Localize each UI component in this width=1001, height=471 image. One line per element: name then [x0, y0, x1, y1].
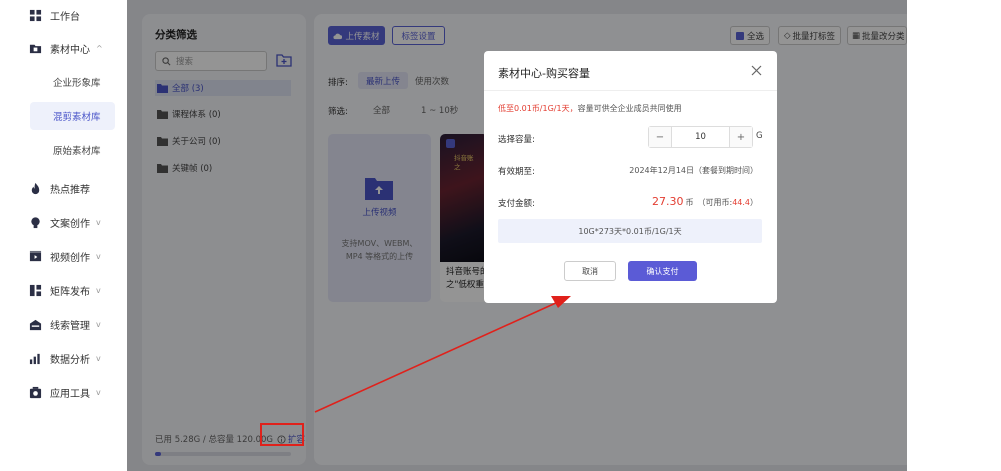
grid-icon [28, 8, 42, 22]
price-formula: 10G*273天*0.01币/1G/1天 [498, 219, 762, 243]
sidebar-item-copywriting[interactable]: 文案创作 v [28, 209, 101, 235]
sidebar-item-lead-management[interactable]: 线索管理 v [28, 311, 101, 337]
sidebar-subitem-label: 混剪素材库 [53, 112, 101, 123]
chevron-down-icon: v [96, 387, 101, 397]
available-prefix: （可用币: [697, 198, 733, 207]
expiry-value: 2024年12月14日（套餐到期时间） [629, 166, 758, 175]
video-icon [28, 249, 42, 263]
available-suffix: ） [750, 198, 758, 207]
close-icon[interactable] [751, 65, 762, 76]
chevron-down-icon: v [96, 285, 101, 295]
confirm-payment-button[interactable]: 确认支付 [628, 261, 697, 281]
folder-icon [28, 41, 42, 55]
sidebar-item-label: 应用工具 [50, 388, 90, 400]
chevron-down-icon: v [96, 353, 101, 363]
payment-amount: 27.30 币 （可用币: 44.4 ） [652, 195, 758, 208]
sidebar-subitem-label: 原始素材库 [53, 146, 101, 157]
sidebar: 工作台 素材中心 ^ 企业形象库 混剪素材库 原始素材库 热点推荐 文案创作 v… [0, 0, 127, 471]
sidebar-item-label: 工作台 [50, 11, 80, 23]
sidebar-item-video-creation[interactable]: 视频创作 v [28, 243, 101, 269]
sidebar-item-label: 数据分析 [50, 354, 90, 366]
sidebar-item-label: 视频创作 [50, 252, 90, 264]
sidebar-item-label: 文案创作 [50, 218, 90, 230]
sidebar-item-data-analysis[interactable]: 数据分析 v [28, 345, 101, 371]
chevron-down-icon: v [96, 319, 101, 329]
price-note-text: 容量可供全企业成员共同使用 [577, 104, 682, 113]
sidebar-item-label: 矩阵发布 [50, 286, 90, 298]
sidebar-item-app-tools[interactable]: 应用工具 v [28, 379, 101, 405]
fire-icon [28, 181, 42, 195]
chevron-down-icon: v [96, 217, 101, 227]
sidebar-subitem-raw-library[interactable]: 原始素材库 [30, 136, 115, 164]
sidebar-item-hot[interactable]: 热点推荐 [28, 175, 90, 201]
modal-title: 素材中心-购买容量 [498, 67, 590, 80]
sidebar-subitem-brand-library[interactable]: 企业形象库 [30, 68, 115, 96]
sidebar-subitem-label: 企业形象库 [53, 78, 101, 89]
lead-icon [28, 317, 42, 331]
chevron-up-icon: ^ [96, 43, 103, 53]
expiry-label: 有效期至: [498, 167, 535, 177]
annotation-box [260, 423, 304, 446]
matrix-icon [28, 283, 42, 297]
cancel-button[interactable]: 取消 [564, 261, 616, 281]
screen: 工作台 素材中心 ^ 企业形象库 混剪素材库 原始素材库 热点推荐 文案创作 v… [0, 0, 1001, 471]
modal-divider [484, 90, 777, 91]
sidebar-item-material-center[interactable]: 素材中心 ^ [28, 35, 103, 61]
payment-value: 27.30 [651, 195, 684, 208]
sidebar-subitem-mix-library[interactable]: 混剪素材库 [30, 102, 115, 130]
capacity-input[interactable]: 10 [671, 127, 730, 147]
increment-button[interactable]: + [730, 127, 752, 147]
sidebar-item-label: 素材中心 [50, 44, 90, 56]
purchase-capacity-modal: 素材中心-购买容量 低至0.01币/1G/1天，容量可供全企业成员共同使用 选择… [484, 51, 777, 303]
price-note: 低至0.01币/1G/1天，容量可供全企业成员共同使用 [498, 103, 682, 114]
available-value: 44.4 [732, 198, 750, 207]
decrement-button[interactable]: − [649, 127, 671, 147]
capacity-label: 选择容量: [498, 135, 535, 145]
chevron-down-icon: v [96, 251, 101, 261]
sidebar-item-label: 热点推荐 [50, 184, 90, 196]
payment-unit: 币 [685, 198, 694, 207]
bulb-icon [28, 215, 42, 229]
sidebar-item-matrix-publish[interactable]: 矩阵发布 v [28, 277, 101, 303]
chart-icon [28, 351, 42, 365]
payment-label: 支付金额: [498, 199, 535, 209]
sidebar-item-workbench[interactable]: 工作台 [28, 2, 80, 28]
blank-area [907, 0, 1001, 471]
capacity-unit: G [756, 131, 763, 141]
capacity-stepper: − 10 + [648, 126, 753, 148]
sidebar-item-label: 线索管理 [50, 320, 90, 332]
tool-icon [28, 385, 42, 399]
price-note-highlight: 低至0.01币/1G/1天， [498, 104, 578, 113]
